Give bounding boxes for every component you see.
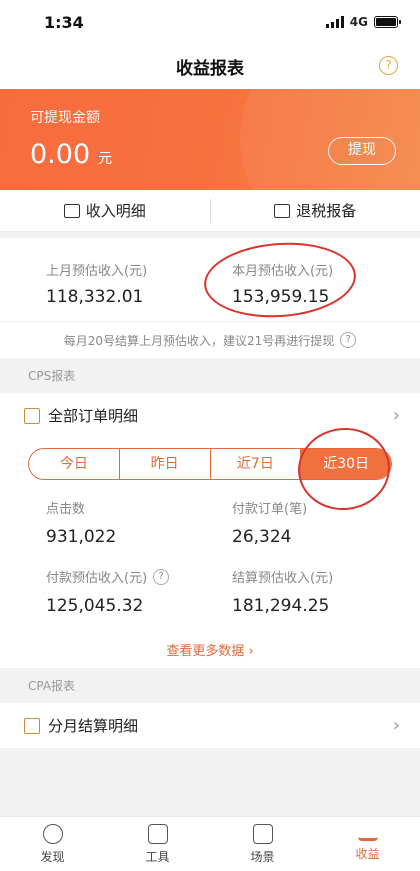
stat-paid-income: 付款预估收入(元) ? 125,045.32 xyxy=(46,567,232,616)
stats-grid: 点击数 931,022 付款订单(笔) 26,324 付款预估收入(元) ? 1… xyxy=(0,480,420,616)
order-list-icon xyxy=(24,407,40,424)
question-icon[interactable]: ? xyxy=(153,568,170,585)
stat-label: 点击数 xyxy=(46,502,86,517)
balance-amount: 0.00 xyxy=(30,139,91,170)
chevron-right-icon: › xyxy=(248,644,254,659)
settlement-tip: 每月20号结算上月预估收入，建议21号再进行提现 ? xyxy=(0,321,420,358)
chevron-right-icon: › xyxy=(392,405,400,426)
network-label: 4G xyxy=(349,15,368,29)
period-7days[interactable]: 近7日 xyxy=(211,449,302,479)
tab-label: 发现 xyxy=(40,849,65,864)
monthly-settlement-row[interactable]: 分月结算明细 › xyxy=(0,703,420,748)
action-row: 收入明细 退税报备 xyxy=(0,190,420,232)
status-indicators: 4G xyxy=(325,15,401,29)
chart-icon xyxy=(357,827,378,841)
monthly-settlement-label: 分月结算明细 xyxy=(48,717,139,735)
cps-section-label: CPS报表 xyxy=(0,358,420,393)
stat-value: 26,324 xyxy=(232,527,292,547)
settlement-tip-text: 每月20号结算上月预估收入，建议21号再进行提现 xyxy=(63,333,335,348)
period-selector: 今日 昨日 近7日 近30日 xyxy=(28,448,392,480)
tax-report-button[interactable]: 退税报备 xyxy=(211,200,420,221)
more-data-link[interactable]: 查看更多数据 › xyxy=(0,640,420,659)
stat-label: 结算预估收入(元) xyxy=(232,571,334,586)
tab-label: 工具 xyxy=(145,849,170,864)
cpa-section-label: CPA报表 xyxy=(0,668,420,703)
all-orders-row[interactable]: 全部订单明细 › xyxy=(0,393,420,438)
stat-paid-orders: 付款订单(笔) 26,324 xyxy=(232,498,402,547)
stat-label: 付款预估收入(元) ? xyxy=(46,567,232,586)
help-button[interactable]: ? xyxy=(379,56,398,75)
more-data-label: 查看更多数据 xyxy=(166,644,245,659)
stat-settled-income: 结算预估收入(元) 181,294.25 xyxy=(232,567,402,616)
period-yesterday[interactable]: 昨日 xyxy=(120,449,211,479)
tab-tools[interactable]: 工具 xyxy=(105,817,210,871)
period-30days[interactable]: 近30日 xyxy=(301,449,391,479)
all-orders-label: 全部订单明细 xyxy=(48,407,139,425)
stat-clicks: 点击数 931,022 xyxy=(46,498,232,547)
period-today[interactable]: 今日 xyxy=(29,449,120,479)
page-title: 收益报表 xyxy=(176,59,244,79)
balance-card: 可提现金额 0.00 元 提现 xyxy=(0,89,420,190)
status-bar: 1:34 4G xyxy=(0,0,420,44)
toolbox-icon xyxy=(147,823,168,844)
last-month-label: 上月预估收入(元) xyxy=(46,264,148,279)
stat-label-text: 付款预估收入(元) xyxy=(46,571,148,586)
tab-bar: 发现 工具 场景 收益 xyxy=(0,816,420,871)
income-detail-label: 收入明细 xyxy=(85,202,146,220)
balance-unit: 元 xyxy=(98,151,113,167)
last-month-estimate: 上月预估收入(元) 118,332.01 xyxy=(46,260,232,321)
tab-label: 场景 xyxy=(250,849,275,864)
tab-earnings[interactable]: 收益 xyxy=(315,817,420,871)
estimate-card: 上月预估收入(元) 118,332.01 本月预估收入(元) 153,959.1… xyxy=(0,238,420,321)
status-time: 1:34 xyxy=(44,12,84,32)
period-section: 今日 昨日 近7日 近30日 点击数 931,022 付款订单(笔) 26,32… xyxy=(0,438,420,668)
this-month-value: 153,959.15 xyxy=(232,287,330,307)
this-month-estimate: 本月预估收入(元) 153,959.15 xyxy=(232,260,418,321)
nav-bar: 收益报表 ? xyxy=(0,44,420,89)
tab-scenes[interactable]: 场景 xyxy=(210,817,315,871)
calendar-icon xyxy=(24,717,40,734)
this-month-label: 本月预估收入(元) xyxy=(232,264,334,279)
signal-icon xyxy=(325,16,344,28)
last-month-value: 118,332.01 xyxy=(46,287,144,307)
grid-icon xyxy=(252,823,273,844)
tax-report-label: 退税报备 xyxy=(296,202,357,220)
withdraw-button[interactable]: 提现 xyxy=(328,137,396,165)
balance-label: 可提现金额 xyxy=(30,110,100,126)
stat-value: 931,022 xyxy=(46,527,117,547)
stat-value: 125,045.32 xyxy=(46,596,144,616)
lightbulb-icon xyxy=(42,823,63,844)
income-detail-button[interactable]: 收入明细 xyxy=(0,200,210,221)
battery-icon xyxy=(374,16,401,28)
question-icon[interactable]: ? xyxy=(340,332,357,348)
stat-label: 付款订单(笔) xyxy=(232,502,308,517)
wallet-icon xyxy=(63,203,80,218)
stat-value: 181,294.25 xyxy=(232,596,330,616)
chevron-right-icon: › xyxy=(392,715,400,736)
tab-label: 收益 xyxy=(355,846,380,861)
tab-discover[interactable]: 发现 xyxy=(0,817,105,871)
envelope-icon xyxy=(274,203,291,218)
